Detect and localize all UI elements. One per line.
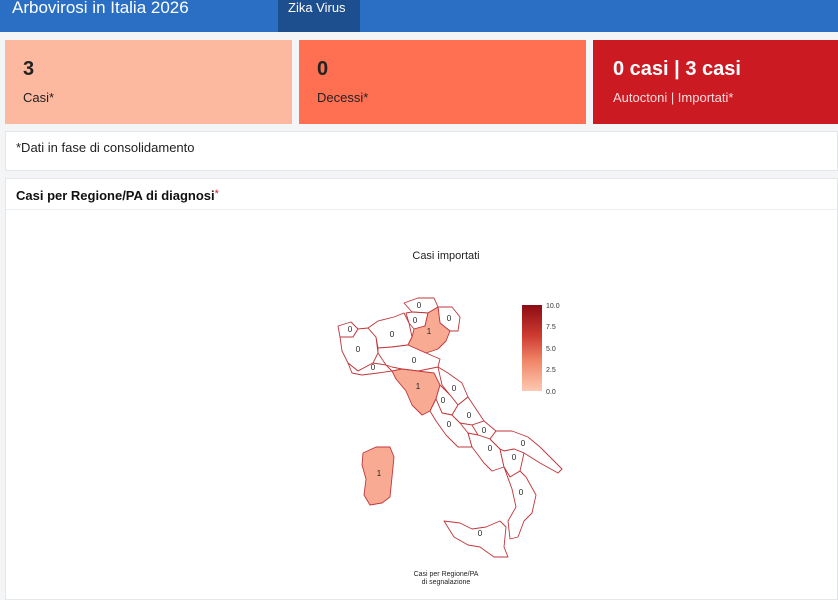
kpi-deaths-value: 0: [317, 58, 329, 80]
value-calabria: 0: [519, 488, 524, 497]
value-marche: 0: [452, 384, 457, 393]
top-navbar: Arbovirosi in Italia 2026 Zika Virus: [0, 0, 838, 32]
map-card-header: Casi per Regione/PA di diagnosi*: [6, 179, 837, 210]
map-card-title-star: *: [214, 188, 219, 200]
value-alto-adige: 0: [417, 301, 422, 310]
legend-tick-0: 0.0: [546, 389, 556, 396]
value-aosta: 0: [348, 325, 353, 334]
map-caption-line2: di segnalazione: [421, 579, 471, 586]
app-title[interactable]: Arbovirosi in Italia 2026: [12, 0, 189, 16]
value-emilia: 0: [412, 356, 417, 365]
value-sicilia: 0: [478, 529, 483, 538]
value-piemonte: 0: [356, 345, 361, 354]
kpi-cases-value: 3: [23, 58, 35, 80]
value-liguria: 0: [371, 363, 376, 372]
map-title: Casi importati: [412, 250, 480, 262]
legend-tick-7-5: 7.5: [546, 324, 556, 331]
map-card: Casi per Regione/PA di diagnosi* Casi im…: [5, 178, 838, 600]
value-campania: 0: [488, 444, 493, 453]
value-sardegna: 1: [377, 469, 382, 478]
kpi-cases-label: Casi*: [23, 90, 55, 105]
map-card-title: Casi per Regione/PA di diagnosi: [16, 188, 215, 203]
kpi-deaths-label: Decessi*: [317, 90, 369, 105]
value-lombardia: 0: [390, 330, 395, 339]
kpi-origin-label: Autoctoni | Importati*: [613, 90, 734, 105]
value-abruzzo: 0: [467, 411, 472, 420]
region-calabria[interactable]: [503, 466, 537, 540]
kpi-origin-value: 0 casi | 3 casi: [613, 58, 741, 80]
value-molise: 0: [482, 426, 487, 435]
value-lazio: 0: [447, 420, 452, 429]
tab-zika-virus[interactable]: Zika Virus: [278, 0, 360, 32]
kpi-deaths: 0 Decessi*: [299, 40, 586, 124]
legend-tick-2-5: 2.5: [546, 367, 556, 374]
consolidation-note: *Dati in fase di consolidamento: [5, 131, 838, 171]
kpi-origin: 0 casi | 3 casi Autoctoni | Importati*: [593, 40, 838, 124]
map-caption: Casi per Regione/PA di segnalazione: [376, 571, 516, 587]
value-umbria: 0: [441, 396, 446, 405]
kpi-cases: 3 Casi*: [5, 40, 292, 124]
value-basilicata: 0: [512, 453, 517, 462]
value-toscana: 1: [416, 382, 421, 391]
region-sicilia[interactable]: [443, 520, 509, 558]
value-trentino: 0: [413, 316, 418, 325]
legend-color-bar: [522, 305, 542, 391]
legend-tick-10: 10.0: [546, 303, 560, 310]
legend-tick-5: 5.0: [546, 346, 556, 353]
value-puglia: 0: [521, 439, 526, 448]
map-caption-line1: Casi per Regione/PA: [413, 571, 479, 578]
value-veneto: 1: [427, 327, 432, 336]
value-friuli: 0: [447, 314, 452, 323]
